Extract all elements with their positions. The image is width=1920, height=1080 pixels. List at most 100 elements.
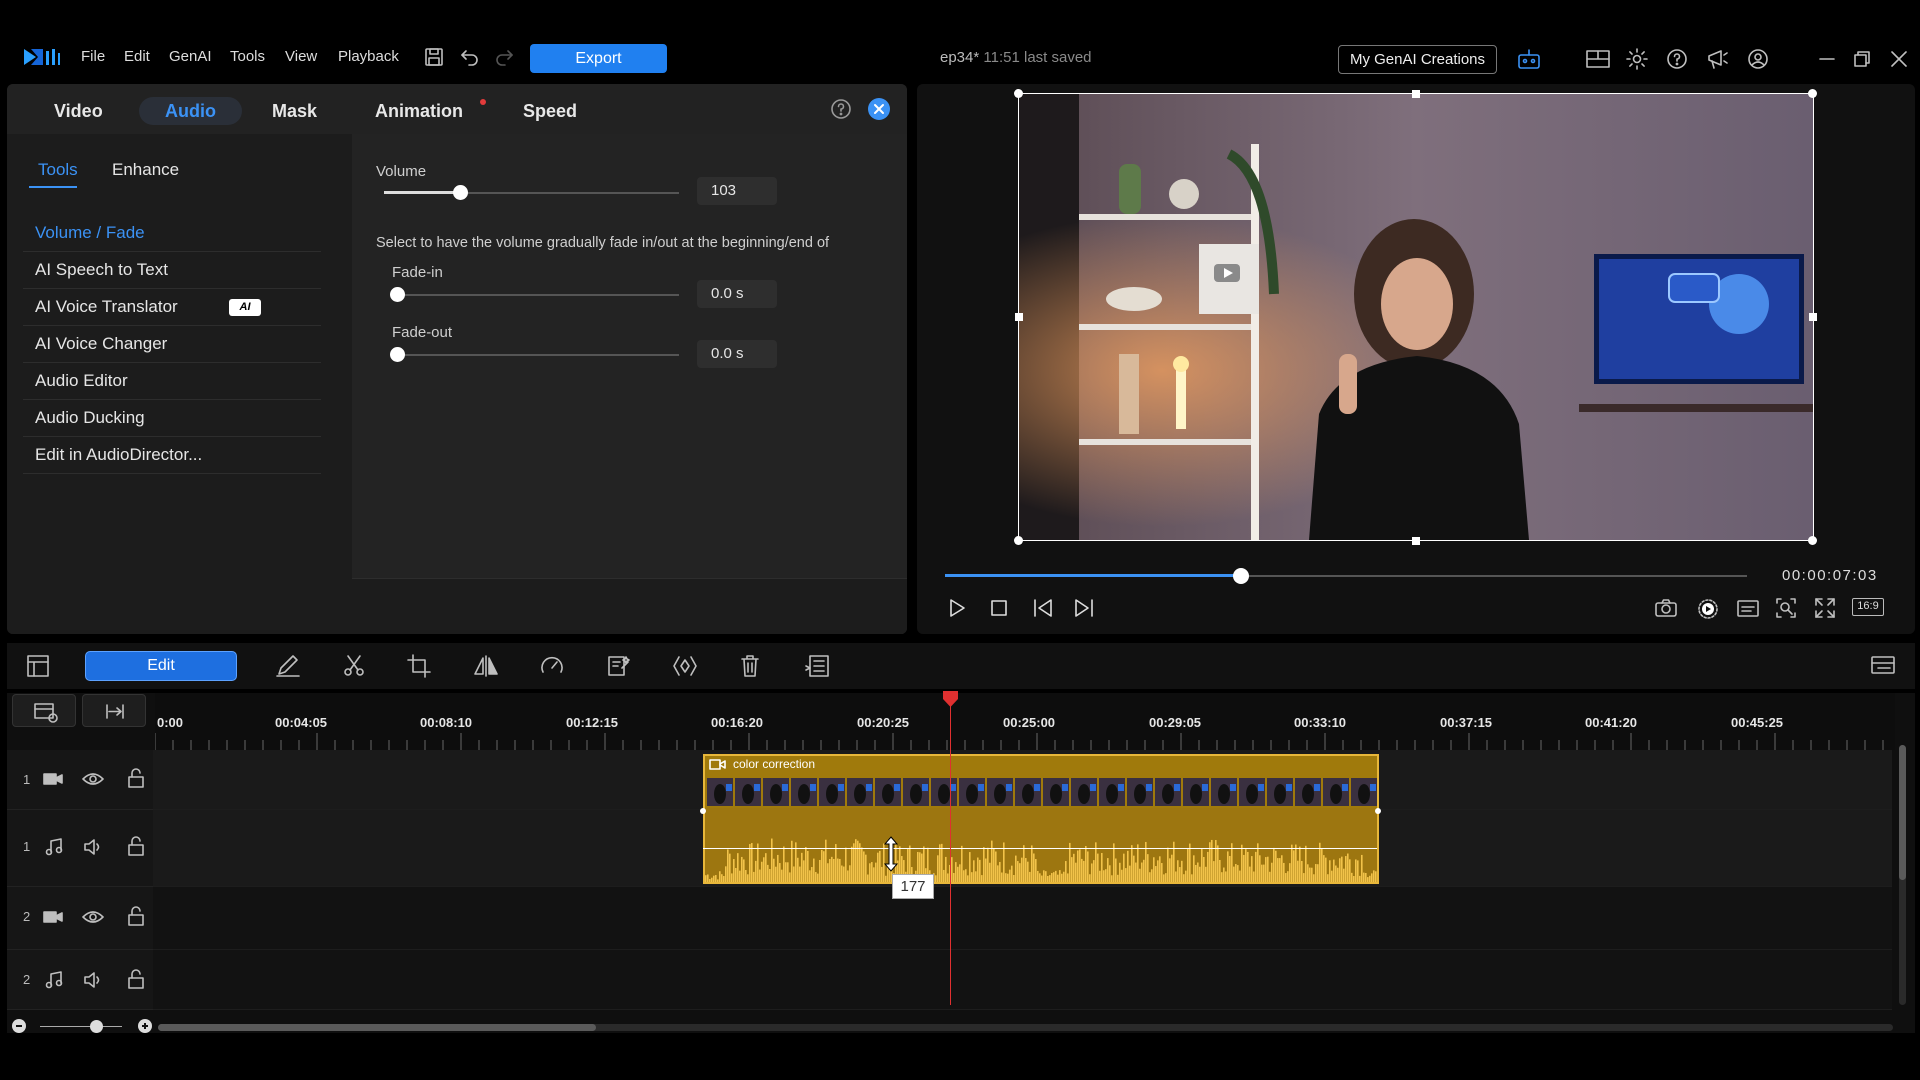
panel-help-icon[interactable] xyxy=(830,98,852,120)
crop-handle-right[interactable] xyxy=(1809,313,1817,321)
menu-genai[interactable]: GenAI xyxy=(169,48,212,65)
menu-edit[interactable]: Edit xyxy=(124,48,150,65)
redo-icon[interactable] xyxy=(494,48,514,66)
crop-handle-bottom-right[interactable] xyxy=(1808,536,1817,545)
stop-icon[interactable] xyxy=(989,598,1009,618)
split-scissors-icon[interactable] xyxy=(342,654,366,678)
menu-playback[interactable]: Playback xyxy=(338,48,399,65)
zoom-out-icon[interactable] xyxy=(12,1019,26,1033)
fade-description: Select to have the volume gradually fade… xyxy=(376,235,830,251)
menu-file[interactable]: File xyxy=(81,48,105,65)
zoom-slider-track[interactable] xyxy=(40,1026,122,1027)
track-number: 1 xyxy=(23,839,31,854)
clip-trim-handle-right[interactable] xyxy=(1375,808,1381,814)
fullscreen-icon[interactable] xyxy=(1814,597,1836,619)
export-button[interactable]: Export xyxy=(530,44,667,73)
more-tools-icon[interactable] xyxy=(804,654,830,678)
tab-audio[interactable]: Audio xyxy=(139,97,242,125)
ruler-label: 00:25:00 xyxy=(1003,715,1056,730)
zoom-in-icon[interactable] xyxy=(138,1019,152,1033)
tab-speed[interactable]: Speed xyxy=(523,97,577,125)
undo-icon[interactable] xyxy=(460,48,480,66)
menu-tools[interactable]: Tools xyxy=(230,48,265,65)
preview-scrubber-knob[interactable] xyxy=(1233,568,1249,584)
fadein-value-field[interactable]: 0.0 s xyxy=(697,280,777,308)
restore-icon[interactable] xyxy=(1853,50,1871,68)
pen-tool-icon[interactable] xyxy=(275,654,301,678)
fit-timeline-button[interactable] xyxy=(82,694,146,727)
animation-indicator-dot xyxy=(480,99,486,105)
close-window-icon[interactable] xyxy=(1890,50,1908,68)
tool-ai-speech-to-text[interactable]: AI Speech to Text xyxy=(23,252,321,289)
fadein-slider-track[interactable] xyxy=(397,294,679,296)
zoom-slider-knob[interactable] xyxy=(90,1020,103,1033)
volume-value-field[interactable]: 103 xyxy=(697,177,777,205)
crop-handle-top-left[interactable] xyxy=(1014,89,1023,98)
previous-frame-icon[interactable] xyxy=(1031,597,1055,619)
tab-animation[interactable]: Animation xyxy=(375,97,463,125)
fadeout-value-field[interactable]: 0.0 s xyxy=(697,340,777,368)
next-frame-icon[interactable] xyxy=(1072,597,1096,619)
timeline-horizontal-scroll-thumb[interactable] xyxy=(158,1024,596,1031)
flip-icon[interactable] xyxy=(473,654,499,678)
delete-trash-icon[interactable] xyxy=(739,654,761,678)
audio-clip-waveform[interactable] xyxy=(703,808,1379,884)
ai-badge: AI xyxy=(229,299,261,316)
fadein-slider-knob[interactable] xyxy=(390,287,405,302)
video-track-icon xyxy=(43,773,63,785)
edit-button[interactable]: Edit xyxy=(85,651,237,681)
volume-slider-knob[interactable] xyxy=(453,185,468,200)
tool-edit-in-audiodirector[interactable]: Edit in AudioDirector... xyxy=(23,437,321,474)
timeline-view-icon[interactable] xyxy=(26,654,50,678)
keyframe-icon[interactable] xyxy=(671,654,699,678)
fadeout-slider-track[interactable] xyxy=(397,354,679,356)
crop-handle-top-right[interactable] xyxy=(1808,89,1817,98)
subtab-tools[interactable]: Tools xyxy=(38,160,78,180)
account-icon[interactable] xyxy=(1747,48,1769,70)
tool-ai-voice-translator[interactable]: AI Voice Translator AI xyxy=(23,289,321,326)
ai-edit-icon[interactable] xyxy=(606,654,630,678)
timeline-settings-icon[interactable] xyxy=(1870,654,1896,678)
genai-creations-button[interactable]: My GenAI Creations xyxy=(1338,45,1497,74)
timeline-vertical-scroll-thumb[interactable] xyxy=(1899,745,1906,880)
subtab-enhance[interactable]: Enhance xyxy=(112,160,179,180)
layout-icon[interactable] xyxy=(1586,49,1610,69)
tool-volume-fade[interactable]: Volume / Fade xyxy=(23,215,321,252)
crop-handle-bottom[interactable] xyxy=(1412,537,1420,545)
minimize-icon[interactable] xyxy=(1818,50,1836,68)
playhead-marker[interactable] xyxy=(943,691,958,707)
menu-view[interactable]: View xyxy=(285,48,317,65)
tool-ai-voice-changer[interactable]: AI Voice Changer xyxy=(23,326,321,363)
ai-assistant-icon[interactable] xyxy=(1517,48,1541,70)
track-manager-button[interactable] xyxy=(12,694,76,727)
settings-gear-icon[interactable] xyxy=(1626,48,1648,70)
tool-audio-ducking[interactable]: Audio Ducking xyxy=(23,400,321,437)
tool-audio-editor[interactable]: Audio Editor xyxy=(23,363,321,400)
help-icon[interactable] xyxy=(1666,48,1688,70)
panel-close-icon[interactable] xyxy=(868,98,890,120)
preview-video-frame[interactable] xyxy=(1019,94,1813,540)
volume-line[interactable] xyxy=(703,848,1377,849)
tab-video[interactable]: Video xyxy=(54,97,103,125)
subtab-underline xyxy=(29,186,77,188)
crop-icon[interactable] xyxy=(407,654,431,678)
speaker-icon xyxy=(84,972,100,988)
subtitle-icon[interactable] xyxy=(1736,598,1760,618)
save-icon[interactable] xyxy=(424,47,444,67)
preview-scrubber-progress xyxy=(945,574,1240,577)
tab-mask[interactable]: Mask xyxy=(272,97,317,125)
crop-handle-left[interactable] xyxy=(1015,313,1023,321)
play-icon[interactable] xyxy=(946,597,968,619)
snapshot-camera-icon[interactable] xyxy=(1654,598,1678,618)
crop-handle-bottom-left[interactable] xyxy=(1014,536,1023,545)
crop-handle-top[interactable] xyxy=(1412,90,1420,98)
speed-gauge-icon[interactable] xyxy=(540,654,564,678)
fadeout-slider-knob[interactable] xyxy=(390,347,405,362)
track-number: 1 xyxy=(23,772,31,787)
playback-quality-icon[interactable] xyxy=(1696,597,1720,621)
track-number: 2 xyxy=(23,909,31,924)
aspect-ratio-selector[interactable]: 16:9 xyxy=(1852,598,1884,616)
feedback-megaphone-icon[interactable] xyxy=(1706,48,1730,70)
clip-trim-handle-left[interactable] xyxy=(700,808,706,814)
zoom-preview-icon[interactable] xyxy=(1775,597,1797,619)
